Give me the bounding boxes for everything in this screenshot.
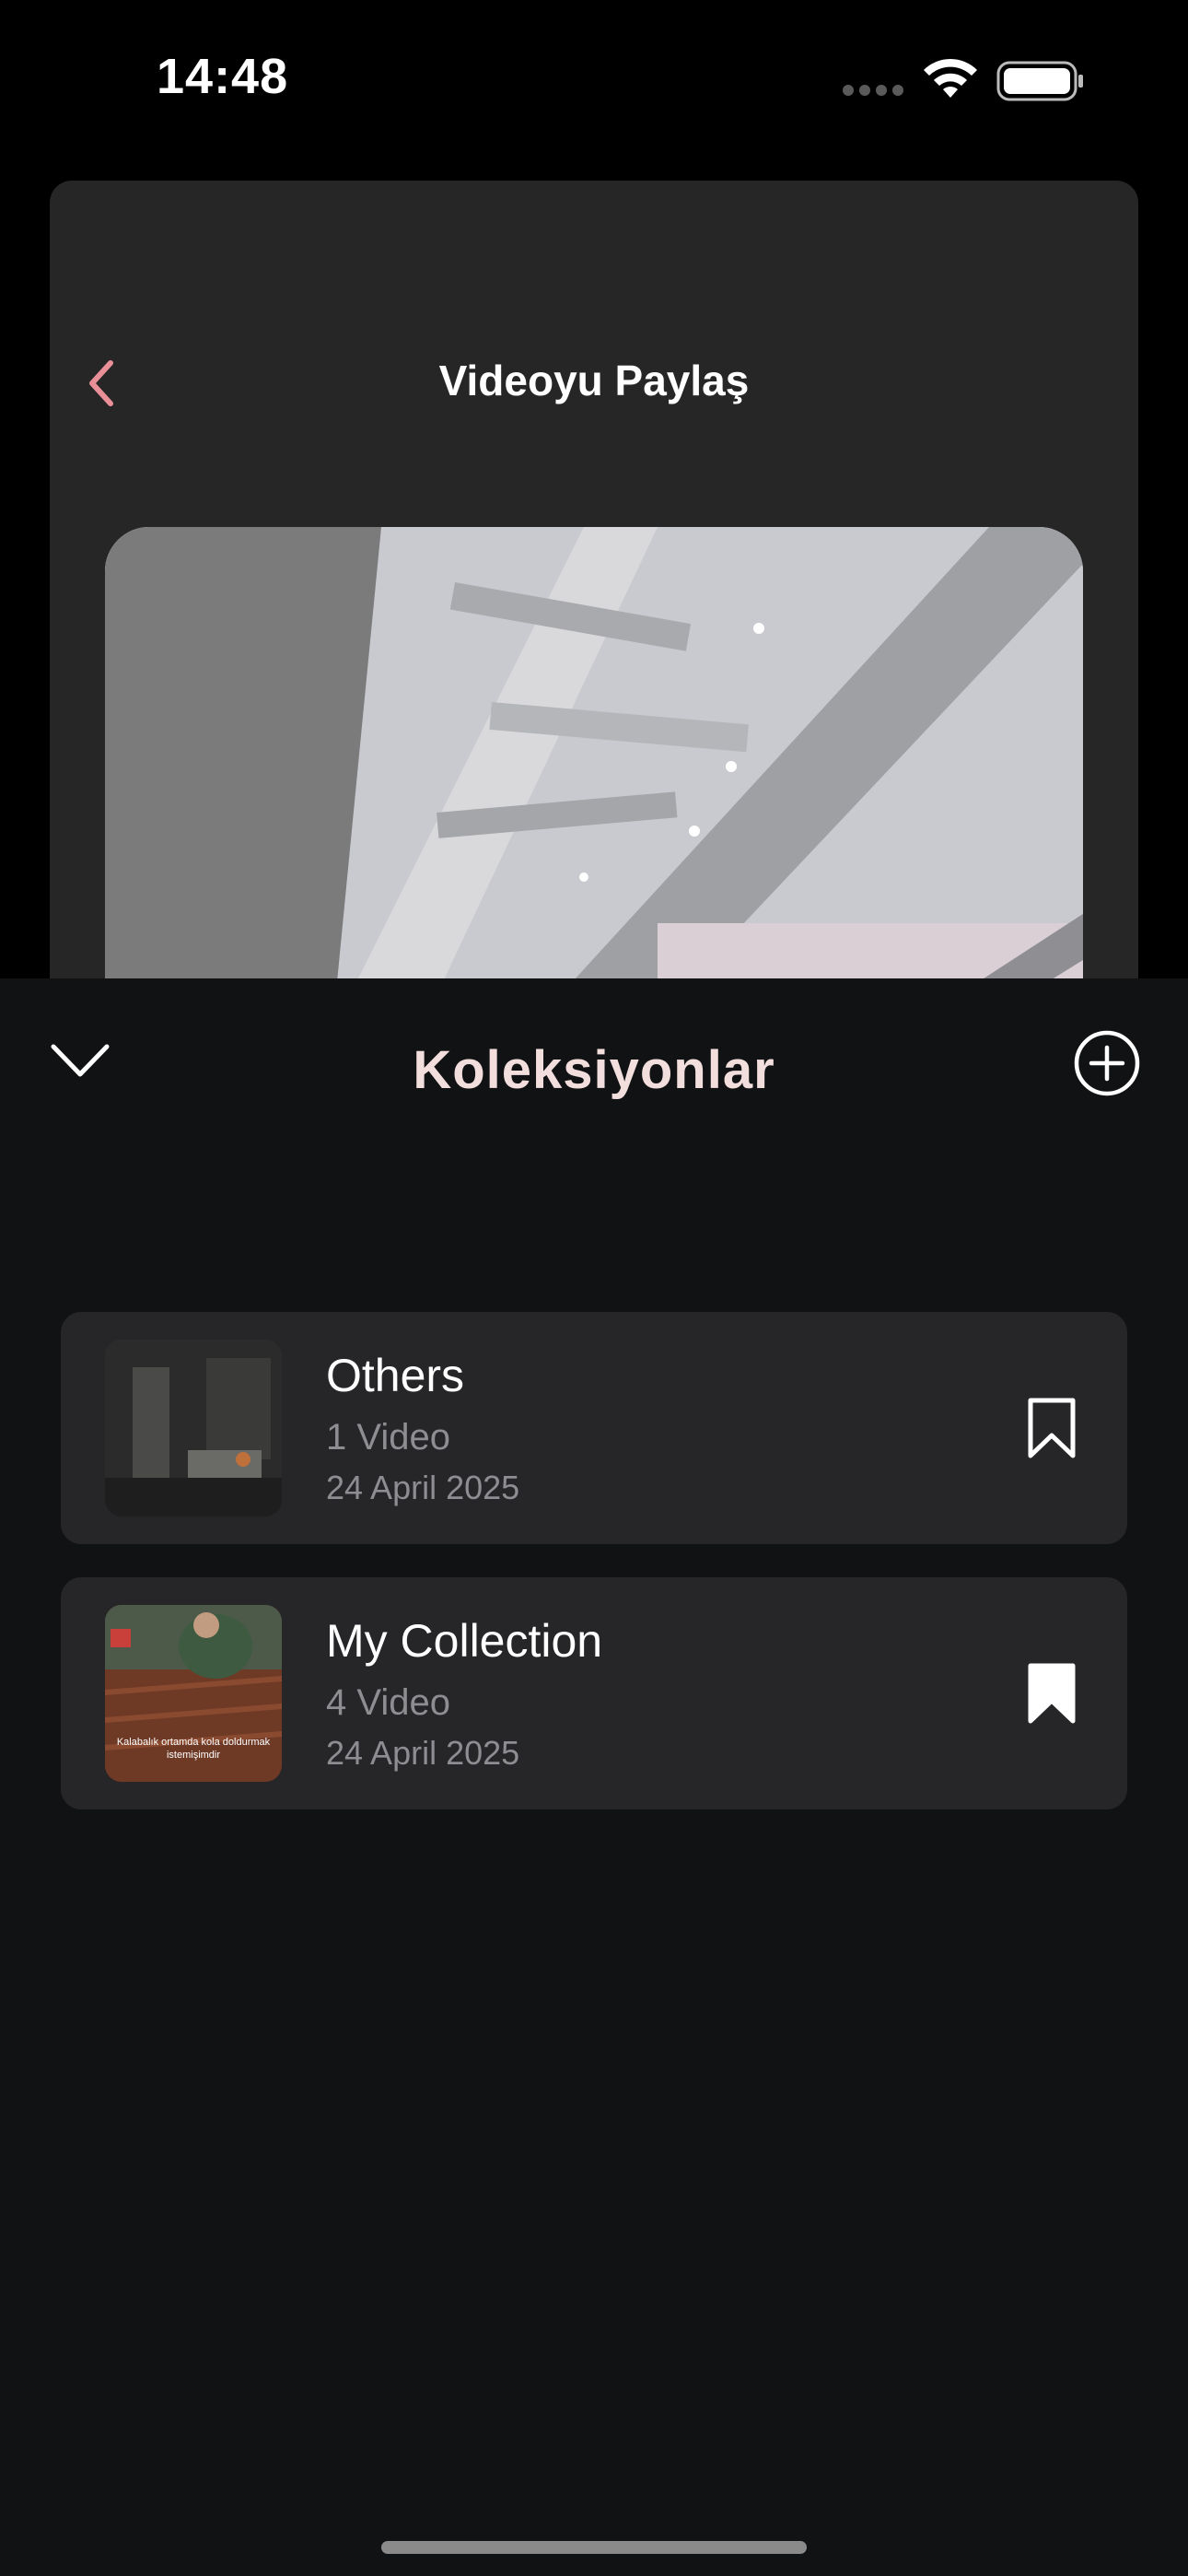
collection-video-count: 4 Video [326, 1682, 450, 1723]
page-title: Videoyu Paylaş [438, 357, 750, 404]
home-indicator [381, 2541, 807, 2554]
collection-video-count: 1 Video [326, 1417, 450, 1458]
collection-date: 24 April 2025 [326, 1469, 520, 1506]
wifi-icon [924, 58, 977, 98]
collection-date: 24 April 2025 [326, 1734, 520, 1772]
sheet-title: Koleksiyonlar [413, 1040, 775, 1100]
bookmark-filled-icon[interactable] [1026, 1662, 1077, 1727]
battery-icon [996, 61, 1083, 101]
status-bar: 14:48 [0, 0, 1188, 157]
plus-circle-icon[interactable] [1073, 1029, 1141, 1097]
collection-thumbnail: Kalabalık ortamda kola doldurmak istemiş… [105, 1605, 282, 1782]
status-time: 14:48 [157, 49, 289, 104]
thumbnail-caption: Kalabalık ortamda kola doldurmak istemiş… [116, 1737, 271, 1761]
collection-name: Others [326, 1350, 465, 1401]
cellular-signal-icon [843, 85, 907, 98]
collection-name: My Collection [326, 1615, 603, 1667]
collections-sheet: Koleksiyonlar Others 1 Video 24 April 20… [0, 978, 1188, 2576]
collection-thumbnail [105, 1340, 282, 1516]
collection-card[interactable]: Others 1 Video 24 April 2025 [61, 1312, 1127, 1544]
collection-card[interactable]: Kalabalık ortamda kola doldurmak istemiş… [61, 1577, 1127, 1809]
bookmark-outline-icon[interactable] [1026, 1397, 1077, 1461]
